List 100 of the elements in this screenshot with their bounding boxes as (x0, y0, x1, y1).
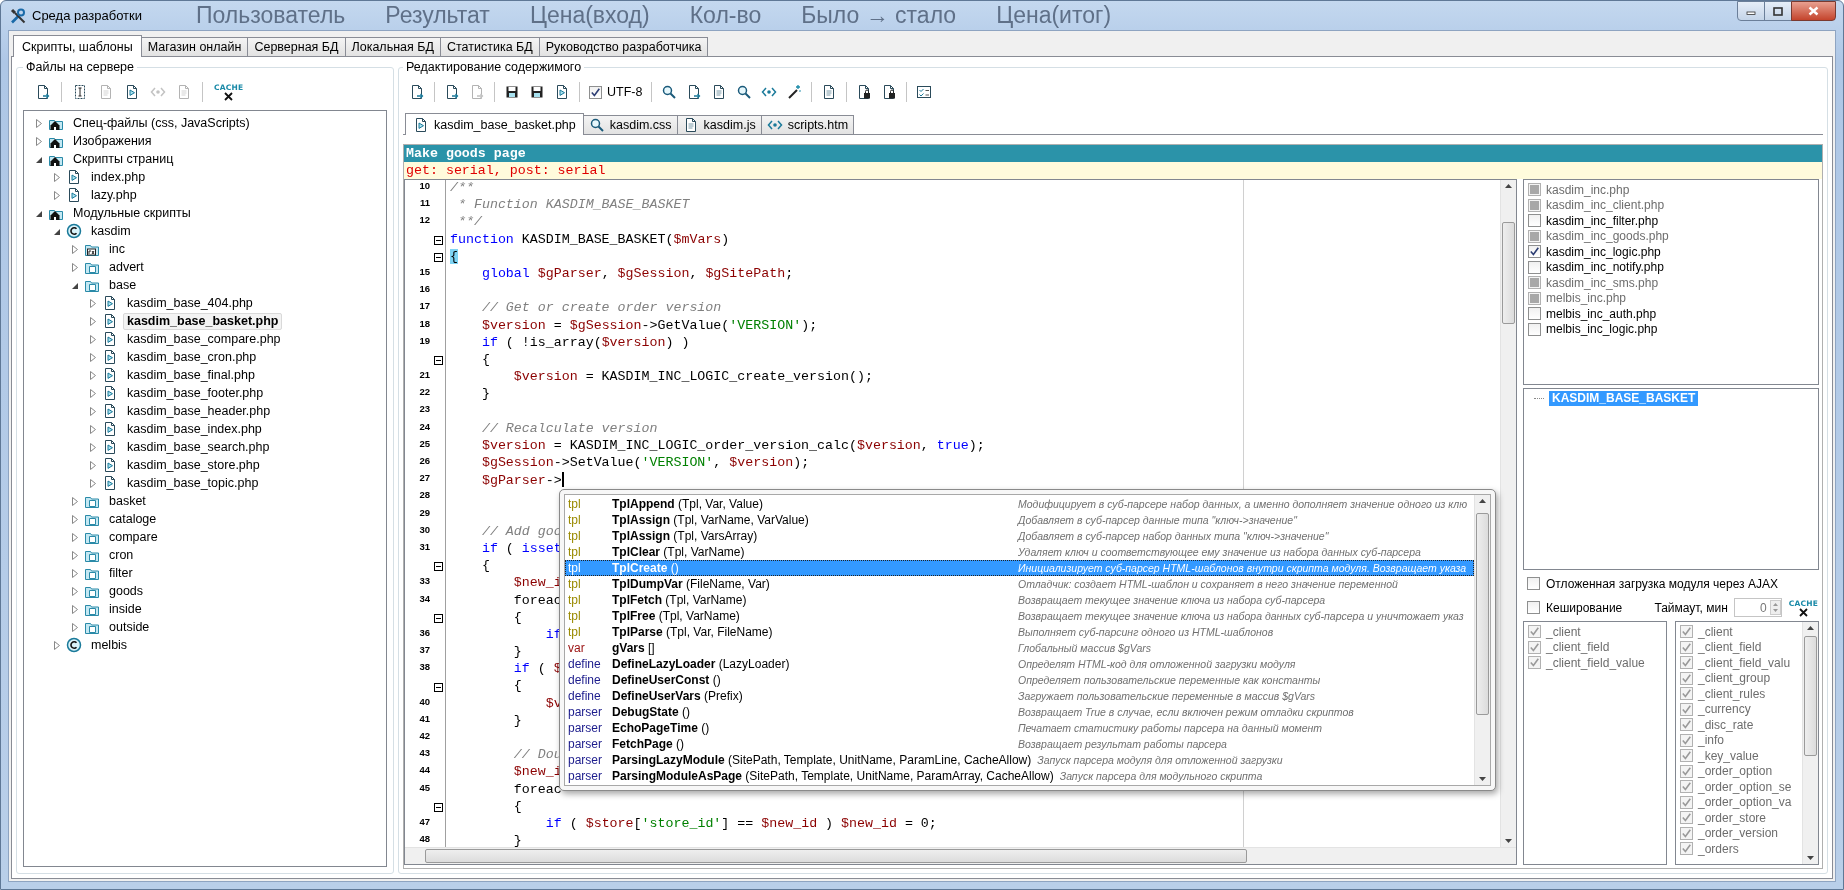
tree-item[interactable]: index.php (87, 168, 150, 186)
maximize-button[interactable] (1764, 1, 1792, 21)
document-arrow-icon[interactable] (409, 84, 425, 100)
tree-item[interactable]: outside (105, 618, 154, 636)
file-tab[interactable]: kasdim_base_basket.php (405, 113, 584, 135)
tree-item[interactable]: Скрипты страниц (69, 150, 178, 168)
tree-item[interactable]: base (105, 276, 141, 294)
play-document-icon[interactable] (554, 84, 570, 100)
tree-item[interactable]: kasdim_base_final.php (123, 366, 259, 384)
fold-toggle[interactable] (433, 802, 443, 812)
tab[interactable]: Скрипты, шаблоны (13, 35, 142, 57)
expand-toggle[interactable] (34, 136, 43, 146)
expand-toggle[interactable] (70, 514, 79, 524)
tree-item[interactable]: kasdim_base_footer.php (123, 384, 268, 402)
file-tab[interactable]: scripts.htm (760, 115, 855, 134)
expand-toggle[interactable] (88, 316, 97, 326)
completion-item[interactable]: tpl TplAppend (Tpl, Var, Value) Модифицирует в суб-парсере набор данных, а именно дополняет значение одного из клю (565, 496, 1475, 512)
document-arrow-icon[interactable] (35, 84, 51, 100)
tree-item[interactable]: kasdim_base_compare.php (123, 330, 285, 348)
fold-toggle[interactable] (433, 682, 443, 692)
expand-toggle[interactable] (70, 586, 79, 596)
checkbox[interactable] (1527, 601, 1540, 614)
completion-item[interactable]: define DefineLazyLoader (LazyLoader) Определят HTML-код для отложенной загрузки модуля (565, 656, 1475, 672)
document-arrow-icon[interactable] (444, 84, 460, 100)
tree-item[interactable]: kasdim_base_header.php (123, 402, 275, 420)
document-lock-icon[interactable] (881, 84, 898, 100)
tree-item[interactable]: inside (105, 600, 146, 618)
tree-item[interactable]: melbis (87, 636, 132, 654)
expand-toggle[interactable] (88, 298, 97, 308)
search-icon[interactable] (661, 84, 678, 100)
scroll-thumb[interactable] (1804, 636, 1817, 756)
tree-item[interactable]: Изображения (69, 132, 156, 150)
checkbox[interactable] (589, 85, 602, 99)
text-cursor-icon[interactable] (72, 84, 88, 100)
completion-item[interactable]: parser DebugState () Возвращает True в случае, если включен режим отладки скриптов (565, 704, 1475, 720)
checkbox[interactable] (1528, 307, 1541, 321)
tree-item[interactable]: advert (105, 258, 148, 276)
tab[interactable]: Локальная БД (344, 37, 441, 56)
expand-toggle[interactable] (70, 622, 79, 632)
scroll-thumb[interactable] (1502, 222, 1515, 324)
fold-toggle[interactable] (433, 235, 443, 245)
completion-item[interactable]: define DefineUserConst () Определяет пользовательские переменные как константы (565, 672, 1475, 688)
tree-item[interactable]: inc (105, 240, 129, 258)
checkbox[interactable] (1527, 577, 1540, 590)
expand-toggle[interactable] (70, 604, 79, 614)
expand-toggle[interactable] (70, 244, 79, 254)
search-icon[interactable] (736, 84, 753, 100)
completion-item[interactable]: tpl TplAssign (Tpl, VarName, VarValue) Добавляет в суб-парсер данные типа "ключ->значение" (565, 512, 1475, 528)
checklist-icon[interactable] (916, 84, 933, 100)
tree-item[interactable]: cataloge (105, 510, 161, 528)
expand-toggle[interactable] (70, 568, 79, 578)
tree-item[interactable]: kasdim_base_search.php (123, 438, 274, 456)
expand-toggle[interactable] (88, 478, 97, 488)
scroll-thumb[interactable] (1476, 513, 1490, 715)
expand-toggle[interactable] (52, 640, 61, 650)
expand-toggle[interactable] (88, 388, 97, 398)
expand-toggle[interactable] (88, 460, 97, 470)
tree-item[interactable]: kasdim_base_cron.php (123, 348, 261, 366)
tree-item[interactable]: kasdim_base_topic.php (123, 474, 263, 492)
completion-item[interactable]: parser FetchPage () Возвращает результат работы парсера (565, 736, 1475, 752)
expand-toggle[interactable] (70, 532, 79, 542)
checkbox[interactable] (1528, 245, 1541, 259)
save-icon[interactable] (504, 84, 520, 100)
completion-item[interactable]: tpl TplAssign (Tpl, VarsArray) Добавляет в суб-парсер набор данных типа "ключ->значение" (565, 528, 1475, 544)
expand-toggle[interactable] (34, 118, 43, 128)
completion-item[interactable]: tpl TplFetch (Tpl, VarName) Возвращает текущее значение ключа из набора суб-парсера (565, 592, 1475, 608)
fold-toggle[interactable] (433, 252, 443, 262)
fold-toggle[interactable] (433, 562, 443, 572)
expand-toggle[interactable] (88, 334, 97, 344)
completion-item[interactable]: tpl TplParse (Tpl, Var, FileName) Выполняет суб-парсинг одного из HTML-шаблонов (565, 624, 1475, 640)
tree-item[interactable]: Модульные скрипты (69, 204, 195, 222)
tree-item[interactable]: lazy.php (87, 186, 141, 204)
expand-toggle[interactable] (52, 172, 61, 182)
document-lock-icon[interactable] (856, 84, 873, 100)
expand-toggle[interactable] (70, 550, 79, 560)
expand-toggle[interactable] (70, 262, 79, 272)
play-document-icon[interactable] (124, 84, 140, 100)
completion-item[interactable]: tpl TplDumpVar (FileName, Var) Отладчик: создает HTML-шаблон и сохраняет в него значение переменной (565, 576, 1475, 592)
fold-toggle[interactable] (433, 613, 443, 623)
tree-item[interactable]: kasdim_base_404.php (123, 294, 257, 312)
tree-item[interactable]: goods (105, 582, 148, 600)
completion-item[interactable]: parser ParsingLazyModule (SitePath, Template, UnitName, ParamLine, CacheAllow) Запуск парсера модуля для отложенной загрузки (565, 752, 1475, 768)
tab[interactable]: Серверная БД (247, 37, 346, 56)
completion-item[interactable]: parser EchoPageTime () Печатает статистику работы парсера на данный момент (565, 720, 1475, 736)
tab[interactable]: Магазин онлайн (140, 37, 249, 56)
fold-toggle[interactable] (433, 355, 443, 365)
completion-item[interactable]: parser ParsingModuleAsPage (SitePath, Template, UnitName, ParamArray, CacheAllow) Запуск парсера для модульного скрипта (565, 768, 1475, 784)
spin-field[interactable]: 0 (1733, 598, 1782, 617)
tree-item[interactable]: filter (105, 564, 137, 582)
tree-item[interactable]: cron (105, 546, 138, 564)
checkbox[interactable] (1528, 214, 1541, 228)
expand-toggle[interactable] (88, 406, 97, 416)
checkbox[interactable] (1528, 322, 1541, 336)
completion-item[interactable]: define DefineUserVars (Prefix) Загружает пользовательские переменные в массив $gVars (565, 688, 1475, 704)
expand-toggle[interactable] (70, 496, 79, 506)
file-tab[interactable]: kasdim.js (676, 115, 762, 134)
tree-item[interactable]: kasdim (87, 222, 135, 240)
tree-item[interactable]: basket (105, 492, 150, 510)
minimize-button[interactable] (1737, 1, 1765, 21)
expand-toggle[interactable] (52, 190, 61, 200)
